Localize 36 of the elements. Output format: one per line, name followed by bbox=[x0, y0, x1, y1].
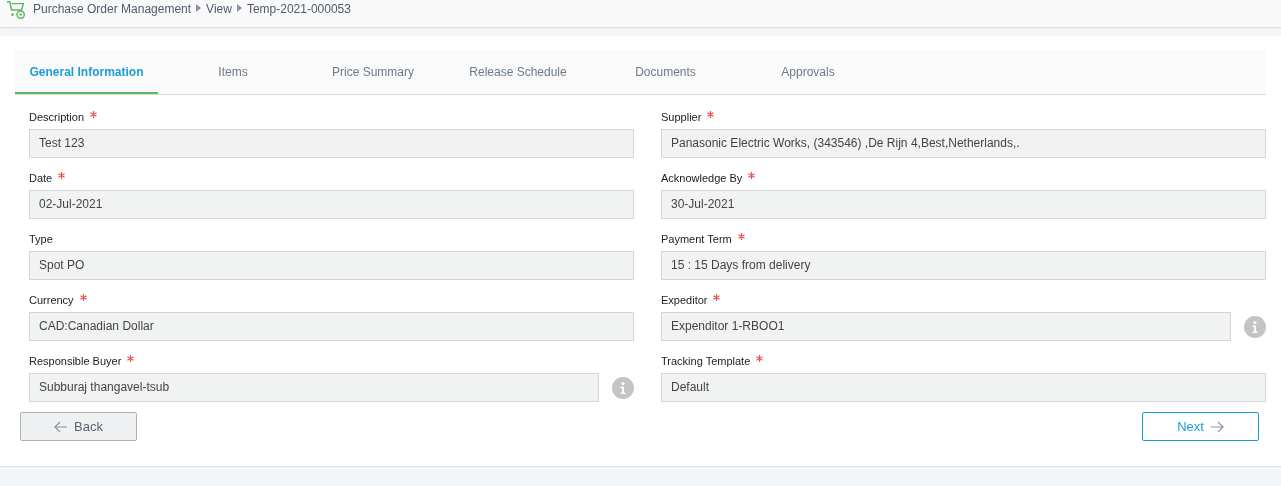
separator-triangle-icon bbox=[236, 4, 242, 12]
tab[interactable]: Documents bbox=[598, 50, 733, 94]
separator-triangle-icon bbox=[196, 4, 202, 12]
field-label: Payment Term bbox=[661, 233, 732, 245]
field-label: Date bbox=[29, 172, 53, 184]
input-field[interactable]: Panasonic Electric Works, (343546) ,De Rijn 4,Best,Netherlands,. bbox=[661, 129, 1266, 158]
breadcrumb-link[interactable]: Purchase Order Management bbox=[33, 2, 192, 16]
input-field[interactable]: Default bbox=[661, 373, 1266, 402]
back-button[interactable]: Back bbox=[20, 412, 137, 441]
input-field[interactable]: Subburaj thangavel-tsub bbox=[29, 373, 599, 402]
field-label: Expeditor bbox=[661, 294, 708, 306]
tab[interactable]: Items bbox=[158, 50, 308, 94]
tab[interactable]: Price Summary bbox=[308, 50, 438, 94]
field-label: Description bbox=[29, 111, 85, 123]
input-field[interactable]: CAD:Canadian Dollar bbox=[29, 312, 634, 341]
breadcrumb-link[interactable]: Temp-2021-000053 bbox=[246, 2, 351, 16]
tab[interactable]: Approvals bbox=[733, 50, 883, 94]
cart-gear-icon bbox=[6, 0, 28, 20]
input-field[interactable]: 02-Jul-2021 bbox=[29, 190, 634, 219]
tab[interactable]: Release Schedule bbox=[438, 50, 598, 94]
info-icon[interactable] bbox=[612, 376, 634, 399]
input-field[interactable]: Expenditor 1-RBOO1 bbox=[661, 312, 1231, 341]
field-label: Acknowledge By bbox=[661, 172, 743, 184]
breadcrumb-link[interactable]: View bbox=[206, 2, 232, 16]
input-field[interactable]: Spot PO bbox=[29, 251, 634, 280]
info-icon[interactable] bbox=[1244, 315, 1266, 338]
input-field[interactable]: Test 123 bbox=[29, 129, 634, 158]
field-label: Type bbox=[29, 233, 53, 245]
field-label: Tracking Template bbox=[661, 355, 751, 367]
input-field[interactable]: 15 : 15 Days from delivery bbox=[661, 251, 1266, 280]
field-label: Responsible Buyer bbox=[29, 355, 122, 367]
left-arrow-icon bbox=[54, 420, 69, 433]
right-arrow-icon bbox=[1209, 420, 1224, 433]
field-label: Supplier bbox=[661, 111, 702, 123]
field-label: Currency bbox=[29, 294, 74, 306]
input-field[interactable]: 30-Jul-2021 bbox=[661, 190, 1266, 219]
